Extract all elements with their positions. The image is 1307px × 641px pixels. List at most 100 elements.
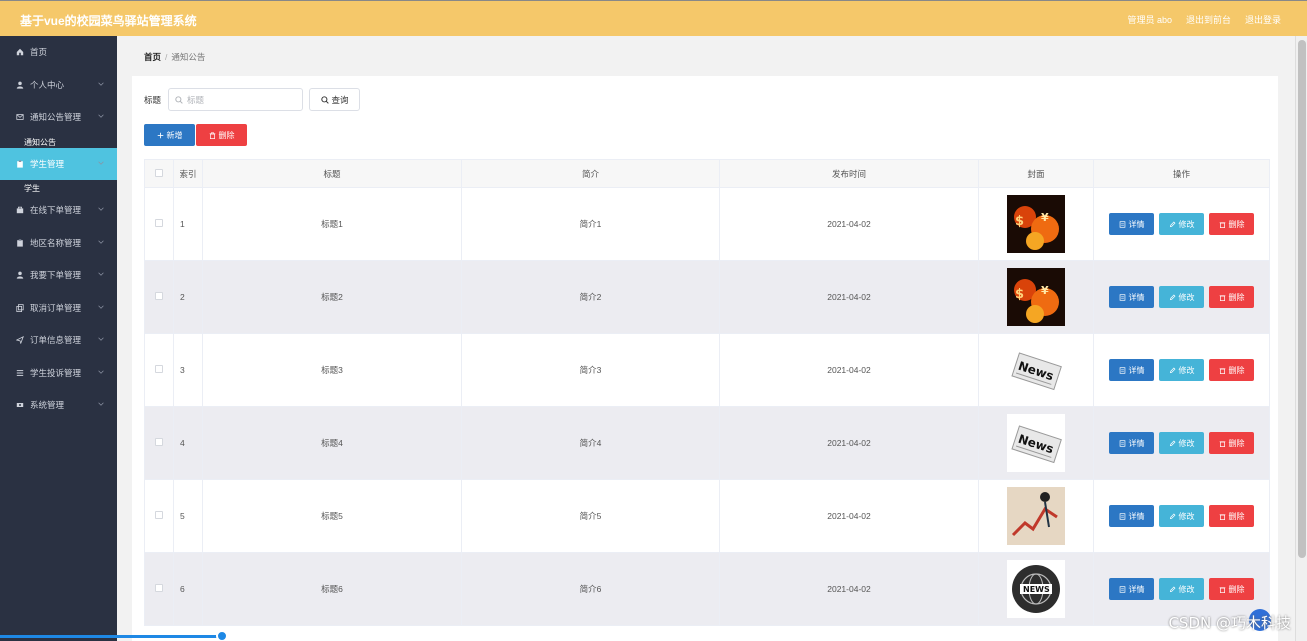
- title-cell: 标题3: [202, 333, 462, 407]
- list-panel: 标题 标题 查询 新增 删除 索引 标题 简介 发布时间 封面 操作 1 标题1…: [132, 76, 1278, 641]
- detail-label: 详情: [1128, 292, 1145, 302]
- row-select-cell[interactable]: [144, 260, 174, 334]
- table-row[interactable]: 4 标题4 简介4 2021-04-02 News 详情 修改 删除: [144, 406, 1270, 480]
- sidebar-item-label: 个人中心: [30, 79, 65, 90]
- add-button[interactable]: 新增: [144, 124, 195, 146]
- edit-button[interactable]: 修改: [1159, 578, 1204, 600]
- row-checkbox[interactable]: [155, 511, 163, 519]
- row-checkbox[interactable]: [155, 365, 163, 373]
- cover-image: [1007, 487, 1065, 545]
- sidebar-item-label: 通知公告管理: [30, 112, 82, 123]
- sidebar-subitem[interactable]: 学生: [0, 180, 117, 194]
- breadcrumb-home[interactable]: 首页: [144, 52, 161, 62]
- actions-cell: 详情 修改 删除: [1093, 333, 1270, 407]
- sidebar-item[interactable]: 订单信息管理: [0, 324, 117, 357]
- top-header: 基于vue的校园菜鸟驿站管理系统 管理员 abo 退出到前台 退出登录: [0, 0, 1307, 36]
- detail-button[interactable]: 详情: [1109, 359, 1154, 381]
- detail-button[interactable]: 详情: [1109, 578, 1154, 600]
- edit-button[interactable]: 修改: [1159, 359, 1204, 381]
- table-row[interactable]: 3 标题3 简介3 2021-04-02 News 详情 修改 删除: [144, 333, 1270, 407]
- delete-label: 删除: [1228, 292, 1245, 302]
- sidebar: 首页个人中心通知公告管理通知公告 学生管理 学生在线下单管理地区名称管理 我要下单管理…: [0, 36, 117, 641]
- svg-text:$: $: [1015, 287, 1024, 302]
- sidebar-item[interactable]: 地区名称管理: [0, 227, 117, 260]
- delete-label: 删除: [1228, 438, 1245, 448]
- watermark-text: CSDN @巧木科技: [1168, 614, 1291, 632]
- edit-button[interactable]: 修改: [1159, 432, 1204, 454]
- cover-image: News: [1007, 341, 1065, 399]
- detail-button[interactable]: 详情: [1109, 286, 1154, 308]
- date-cell: 2021-04-02: [719, 187, 979, 261]
- video-progress-bar[interactable]: [0, 635, 222, 638]
- search-placeholder: 标题: [187, 94, 205, 105]
- detail-button[interactable]: 详情: [1109, 505, 1154, 527]
- delete-button[interactable]: 删除: [1209, 432, 1254, 454]
- detail-button[interactable]: 详情: [1109, 213, 1154, 235]
- delete-button[interactable]: 删除: [1209, 286, 1254, 308]
- exit-to-frontend-link[interactable]: 退出到前台: [1186, 13, 1231, 26]
- detail-label: 详情: [1128, 438, 1145, 448]
- table-row[interactable]: 2 标题2 简介2 2021-04-02 $ ¥ 详情 修改 删除: [144, 260, 1270, 334]
- add-button-label: 新增: [166, 130, 183, 140]
- sidebar-item[interactable]: 取消订单管理: [0, 292, 117, 325]
- cover-cell: News: [978, 406, 1094, 480]
- select-all-cell[interactable]: [144, 159, 174, 188]
- sidebar-item-label: 首页: [30, 47, 48, 58]
- sidebar-item-label: 在线下单管理: [30, 205, 82, 216]
- pencil-icon: [1169, 440, 1175, 446]
- row-checkbox[interactable]: [155, 292, 163, 300]
- row-select-cell[interactable]: [144, 187, 174, 261]
- main-content: 首页 / 通知公告 标题 标题 查询 新增 删除 索引 标题 简介 发布时间 封…: [117, 36, 1295, 641]
- row-checkbox[interactable]: [155, 584, 163, 592]
- title-search-input[interactable]: 标题: [168, 88, 304, 111]
- sidebar-item-label: 取消订单管理: [30, 302, 82, 313]
- breadcrumb-separator: /: [165, 52, 168, 62]
- sidebar-subitem[interactable]: 通知公告: [0, 134, 117, 148]
- delete-button[interactable]: 删除: [1209, 505, 1254, 527]
- sidebar-item[interactable]: 学生投诉管理: [0, 357, 117, 390]
- edit-button[interactable]: 修改: [1159, 505, 1204, 527]
- trash-icon: [1219, 513, 1225, 520]
- row-select-cell[interactable]: [144, 479, 174, 553]
- table-row[interactable]: 1 标题1 简介1 2021-04-02 $ ¥ 详情 修改 删除: [144, 187, 1270, 261]
- batch-delete-button[interactable]: 删除: [196, 124, 247, 146]
- sidebar-item[interactable]: 首页: [0, 36, 117, 69]
- page-scrollbar[interactable]: [1295, 36, 1307, 641]
- detail-label: 详情: [1128, 365, 1145, 375]
- select-all-checkbox[interactable]: [155, 168, 163, 177]
- search-button[interactable]: 查询: [309, 88, 361, 111]
- row-checkbox[interactable]: [155, 438, 163, 446]
- index-cell: 5: [173, 479, 203, 553]
- delete-button[interactable]: 删除: [1209, 578, 1254, 600]
- column-header-date: 发布时间: [719, 159, 979, 188]
- cover-cell: $ ¥: [978, 187, 1094, 261]
- sidebar-item-label: 系统管理: [30, 400, 65, 411]
- index-cell: 2: [173, 260, 203, 334]
- detail-button[interactable]: 详情: [1109, 432, 1154, 454]
- intro-cell: 简介6: [461, 552, 720, 626]
- delete-button[interactable]: 删除: [1209, 359, 1254, 381]
- row-select-cell[interactable]: [144, 333, 174, 407]
- sidebar-item[interactable]: 我要下单管理: [0, 259, 117, 292]
- sidebar-item[interactable]: 学生管理: [0, 147, 117, 180]
- actions-cell: 详情 修改 删除: [1093, 406, 1270, 480]
- sidebar-item[interactable]: 在线下单管理: [0, 194, 117, 227]
- video-progress-handle[interactable]: [216, 630, 228, 641]
- table-row[interactable]: 6 标题6 简介6 2021-04-02 NEWS 详情 修改 删除: [144, 552, 1270, 626]
- row-checkbox[interactable]: [155, 219, 163, 227]
- edit-button[interactable]: 修改: [1159, 286, 1204, 308]
- edit-button[interactable]: 修改: [1159, 213, 1204, 235]
- row-select-cell[interactable]: [144, 552, 174, 626]
- sidebar-item[interactable]: 系统管理: [0, 389, 117, 422]
- logout-link[interactable]: 退出登录: [1245, 13, 1281, 26]
- title-cell: 标题2: [202, 260, 462, 334]
- sidebar-item[interactable]: 通知公告管理: [0, 101, 117, 134]
- table-row[interactable]: 5 标题5 简介5 2021-04-02 详情 修改 删除: [144, 479, 1270, 553]
- row-select-cell[interactable]: [144, 406, 174, 480]
- svg-text:¥: ¥: [1041, 211, 1049, 224]
- delete-button[interactable]: 删除: [1209, 213, 1254, 235]
- sidebar-item[interactable]: 个人中心: [0, 69, 117, 102]
- scrollbar-thumb[interactable]: [1298, 40, 1306, 558]
- edit-label: 修改: [1178, 438, 1195, 448]
- date-cell: 2021-04-02: [719, 406, 979, 480]
